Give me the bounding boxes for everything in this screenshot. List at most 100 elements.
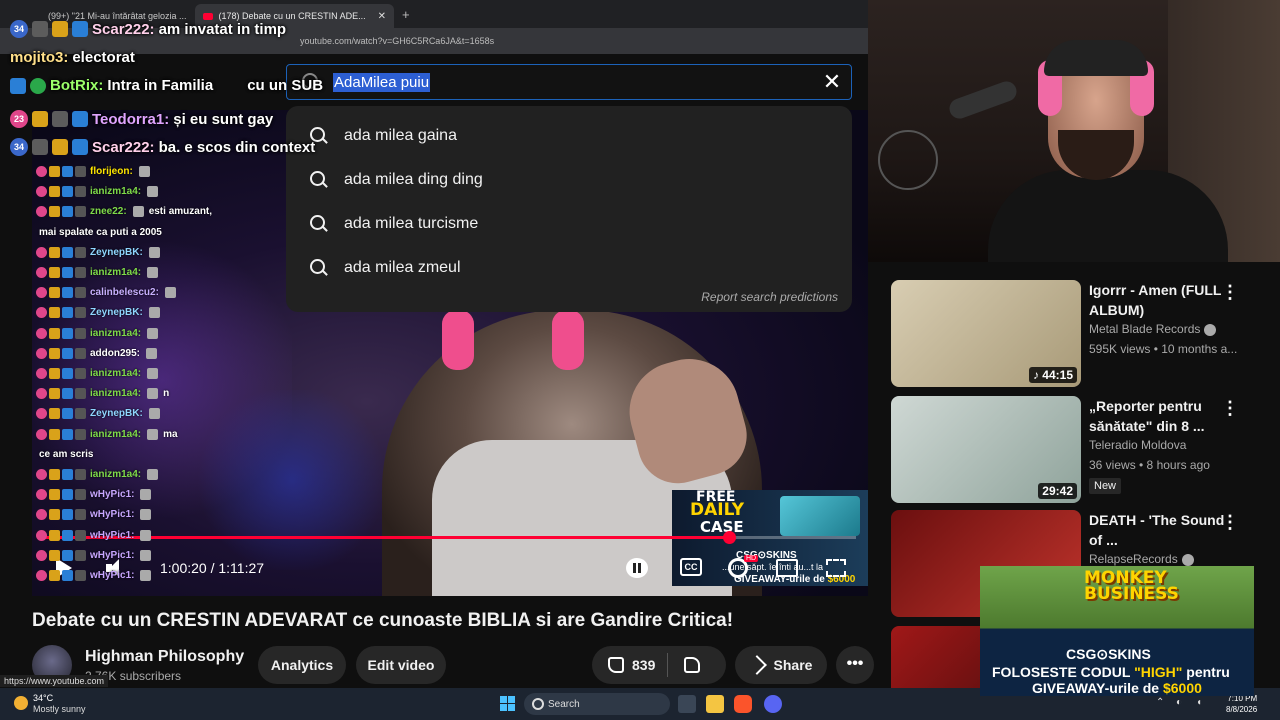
chat-badge-icon [62,347,73,359]
chat-badge-icon [36,549,47,561]
chat-badge-icon [75,489,86,501]
miniplayer-icon[interactable] [776,559,798,577]
search-input[interactable]: AdaMilea puiu ✕ [286,64,852,100]
chat-badge-icon [75,368,86,379]
chat-text: ce am scris [39,448,94,460]
chat-username: znee22: [90,206,127,218]
weather-sun-icon[interactable] [14,696,28,710]
system-clock[interactable]: 7:10 PM 8/8/2026 [1226,693,1257,715]
suggestion-item[interactable]: ada milea ding ding [286,158,852,202]
captions-button[interactable]: CC [680,558,702,576]
chat-badge-icon [36,570,47,581]
suggestion-item[interactable]: ada milea zmeul [286,246,852,290]
small-chat-line: ZeynepBK: [36,307,165,319]
more-options-icon[interactable] [1221,398,1239,419]
recommendation-title[interactable]: „Reporter pentru sănătate" din 8 ... [1089,396,1239,436]
recommendation-channel[interactable]: Teleradio Moldova [1089,438,1186,452]
clock-date: 8/8/2026 [1226,705,1258,714]
edit-video-button[interactable]: Edit video [356,646,446,684]
chat-badge-icon [75,287,86,299]
ad-logo: MONKEY BUSINESS [1084,568,1179,604]
chat-badge-icon [49,287,60,299]
search-suggestions: ada milea gaina ada milea ding ding ada … [286,106,852,312]
recommended-video[interactable]: ♪ 44:15 Igorrr - Amen (FULL ALBUM) Metal… [891,280,1280,390]
small-chat-line: ianizm1a4: [36,368,163,379]
search-icon [310,259,328,277]
chat-badge-icon [36,166,47,177]
share-icon [746,655,767,675]
webcam-decor [878,130,938,190]
file-explorer-icon[interactable] [706,695,724,713]
recommended-video[interactable]: 29:42 „Reporter pentru sănătate" din 8 .… [891,396,1280,506]
speaker-icon[interactable]: ◖ [1196,697,1202,708]
more-options-icon[interactable] [1221,512,1239,533]
small-chat-line: wHyPic1: [36,509,156,521]
chat-username: Scar222: [92,138,155,156]
chat-username: wHyPic1: [90,570,135,581]
more-options-icon[interactable] [1221,282,1239,303]
video-thumbnail[interactable]: 29:42 [891,396,1081,503]
recommendation-title[interactable]: Igorrr - Amen (FULL ALBUM) [1089,280,1239,320]
dislike-icon[interactable] [684,657,701,673]
webcam-overlay [868,0,1280,262]
emote-icon [140,509,152,521]
network-icon[interactable]: ◐ [1176,697,1182,708]
chat-text: ma [163,428,178,440]
chat-badge-icon [36,327,47,339]
chat-badge-icon [32,21,48,37]
chat-badge-icon [36,186,47,198]
chat-badge-icon [49,489,60,501]
like-count[interactable]: 839 [632,657,655,673]
video-thumbnail[interactable]: ♪ 44:15 [891,280,1081,387]
discord-icon[interactable] [764,695,782,713]
chat-badge-icon [36,267,47,278]
start-windows-icon[interactable] [500,696,515,711]
emote-icon [147,368,159,379]
emote-icon [148,307,160,319]
chat-message: 34 Scar222: am invatat in timp [10,20,286,38]
chat-badge-icon [75,246,86,258]
new-tab-button[interactable]: + [402,7,410,22]
chat-badge-icon [36,206,47,218]
chat-text: și eu sunt gay [173,110,274,128]
brave-browser-icon[interactable] [734,695,752,713]
status-bar-url: https://www.youtube.com [0,675,109,687]
small-chat-line: ianizm1a4: [36,267,163,278]
emote-icon [147,469,159,480]
chat-username: ianizm1a4: [90,186,142,198]
chat-username: ianizm1a4: [90,469,142,480]
chat-badge-icon [62,166,73,177]
recommendation-channel[interactable]: RelapseRecords [1089,552,1194,566]
clear-search-button[interactable]: ✕ [821,71,843,93]
close-tab-icon[interactable]: ✕ [378,11,386,22]
tray-chevron-icon[interactable]: ⌃ [1156,697,1164,708]
recommendation-title[interactable]: DEATH - 'The Sound of ... [1089,510,1239,550]
hd-badge: HD [744,555,759,562]
emote-icon [146,347,158,359]
suggestion-item[interactable]: ada milea gaina [286,114,852,158]
recommendation-channel[interactable]: Metal Blade Records [1089,322,1217,336]
channel-name[interactable]: Highman Philosophy [85,648,244,666]
like-icon[interactable] [608,657,624,673]
chat-badge-icon [49,368,60,379]
share-button[interactable]: Share [735,646,827,684]
analytics-button[interactable]: Analytics [258,646,346,684]
crown-icon [32,111,48,127]
chat-badge-icon [36,246,47,258]
chat-badge-icon [36,428,47,440]
chat-text: mai spalate ca puti a 2005 [39,226,162,238]
chat-badge-icon [75,509,86,521]
suggestion-item[interactable]: ada milea turcisme [286,202,852,246]
chat-badge-icon [75,186,86,198]
emote-icon [147,186,159,198]
report-predictions-link[interactable]: Report search predictions [701,290,838,304]
chat-badge-icon [62,529,73,541]
more-actions-button[interactable]: ••• [836,646,874,684]
chat-badge-icon [49,186,60,198]
crown-icon [52,21,68,37]
recommendation-meta: 36 views • 8 hours ago [1089,458,1210,472]
task-view-icon[interactable] [678,695,696,713]
taskbar-search[interactable]: Search [524,693,670,715]
autoplay-pause-icon[interactable] [626,558,648,578]
fullscreen-icon[interactable] [826,559,846,577]
